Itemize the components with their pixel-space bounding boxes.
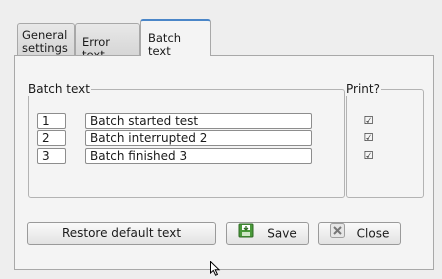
batch-text-input-2[interactable]: Batch interrupted 2 [85,130,312,146]
close-button[interactable]: Close [318,222,401,245]
batch-number-2[interactable]: 2 [37,130,66,146]
restore-default-text-button[interactable]: Restore default text [27,222,216,245]
restore-default-text-label: Restore default text [61,226,182,240]
print-checkbox-2[interactable]: ☑ [362,131,375,144]
batch-text-input-3[interactable]: Batch finished 3 [85,148,312,164]
save-disk-icon [238,223,254,245]
print-checkbox-3[interactable]: ☑ [362,149,375,162]
mouse-pointer-icon [210,260,222,279]
close-x-icon [329,223,345,245]
print-checkbox-1[interactable]: ☑ [362,114,375,127]
batch-number-3[interactable]: 3 [37,148,66,164]
close-button-label: Close [356,226,390,241]
batch-text-input-1[interactable]: Batch started test [85,113,312,129]
batch-number-1[interactable]: 1 [37,113,66,129]
save-button[interactable]: Save [226,222,309,245]
save-button-label: Save [267,226,297,241]
